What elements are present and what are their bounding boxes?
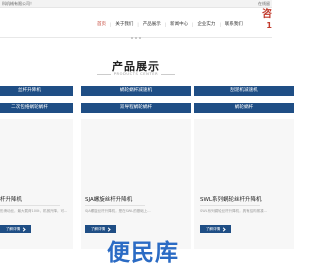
main-nav: 首页 | 关于我们 | 产品展示 | 新闻中心 | 企业实力 | 联系我们 xyxy=(93,21,247,29)
card-divider xyxy=(85,205,145,206)
card-divider xyxy=(200,205,260,206)
detail-button-label: 了解详情 xyxy=(205,227,221,231)
product-title[interactable]: SJA螺旋丝杆升降机 xyxy=(85,195,132,203)
product-description: SJA螺旋丝杆升降机，是在SWL的基础上... xyxy=(85,209,151,213)
subtitle-rule-left xyxy=(96,73,111,75)
detail-button-label: 了解详情 xyxy=(90,227,106,231)
section-subtitle-text: PRODUCTS CENTER xyxy=(113,72,159,76)
pager-dot[interactable] xyxy=(139,37,141,39)
arrow-right-icon xyxy=(221,226,226,232)
pager-dot[interactable] xyxy=(131,37,133,39)
arrow-right-icon xyxy=(106,226,111,232)
nav-news[interactable]: 新闻中心 xyxy=(166,21,192,29)
nav-about[interactable]: 关于我们 xyxy=(111,21,137,29)
product-card[interactable]: SWL系列蜗轮丝杆升降机 SWL系列蜗轮丝杆升降机，具有结构紧凑... 了解详情 xyxy=(194,119,294,249)
welcome-text: 科机械有限公司！ xyxy=(2,1,34,6)
category-double-envelope-worm[interactable]: 二次包络蜗轮蜗杆 xyxy=(0,103,73,113)
category-worm-reducer[interactable]: 蜗轮蜗杆减速机 xyxy=(81,86,191,96)
category-scraper-reducer[interactable]: 刮泥机减速机 xyxy=(194,86,294,96)
card-divider xyxy=(0,205,60,206)
nav-products[interactable]: 产品展示 xyxy=(139,21,165,29)
product-title[interactable]: SWL系列蜗轮丝杆升降机 xyxy=(200,195,262,203)
product-title[interactable]: 杆升降机 xyxy=(0,195,22,203)
subtitle-rule-right xyxy=(161,73,176,75)
product-card[interactable]: SJA螺旋丝杆升降机 SJA螺旋丝杆升降机，是在SWL的基础上... 了解详情 xyxy=(81,119,191,249)
product-card[interactable]: 杆升降机 形滑动丝，最大载荷100t，机械升降，可... 了解详情 xyxy=(0,119,73,249)
watermark-logo: 便民库 xyxy=(107,240,179,266)
detail-button-label: 了解详情 xyxy=(5,227,21,231)
online-message-link[interactable]: 在线留 xyxy=(258,0,270,8)
pager-dot[interactable] xyxy=(135,37,137,39)
detail-button[interactable]: 了解详情 xyxy=(85,225,116,233)
top-strip: 科机械有限公司！ 在线留 xyxy=(0,0,272,8)
site-header: 首页 | 关于我们 | 产品展示 | 新闻中心 | 企业实力 | 联系我们 咨 … xyxy=(0,8,272,38)
hotline-label: 咨 xyxy=(262,9,272,20)
product-description: 形滑动丝，最大载荷100t，机械升降，可... xyxy=(0,209,68,213)
category-worm-gear[interactable]: 蜗轮蜗杆 xyxy=(194,103,294,113)
nav-strength[interactable]: 企业实力 xyxy=(193,21,219,29)
detail-button[interactable]: 了解详情 xyxy=(200,225,231,233)
category-screw-lift[interactable]: 丝杆升降机 xyxy=(0,86,73,96)
product-description: SWL系列蜗轮丝杆升降机，具有结构紧凑... xyxy=(200,209,267,213)
arrow-right-icon xyxy=(21,226,26,232)
hotline-number: 1 xyxy=(266,21,272,30)
section-subtitle: PRODUCTS CENTER xyxy=(0,72,272,76)
category-dual-lead-worm[interactable]: 双导程蜗轮蜗杆 xyxy=(81,103,191,113)
detail-button[interactable]: 了解详情 xyxy=(0,225,31,233)
nav-home[interactable]: 首页 xyxy=(93,21,110,29)
banner-pager xyxy=(125,36,147,40)
nav-contact[interactable]: 联系我们 xyxy=(221,21,247,29)
